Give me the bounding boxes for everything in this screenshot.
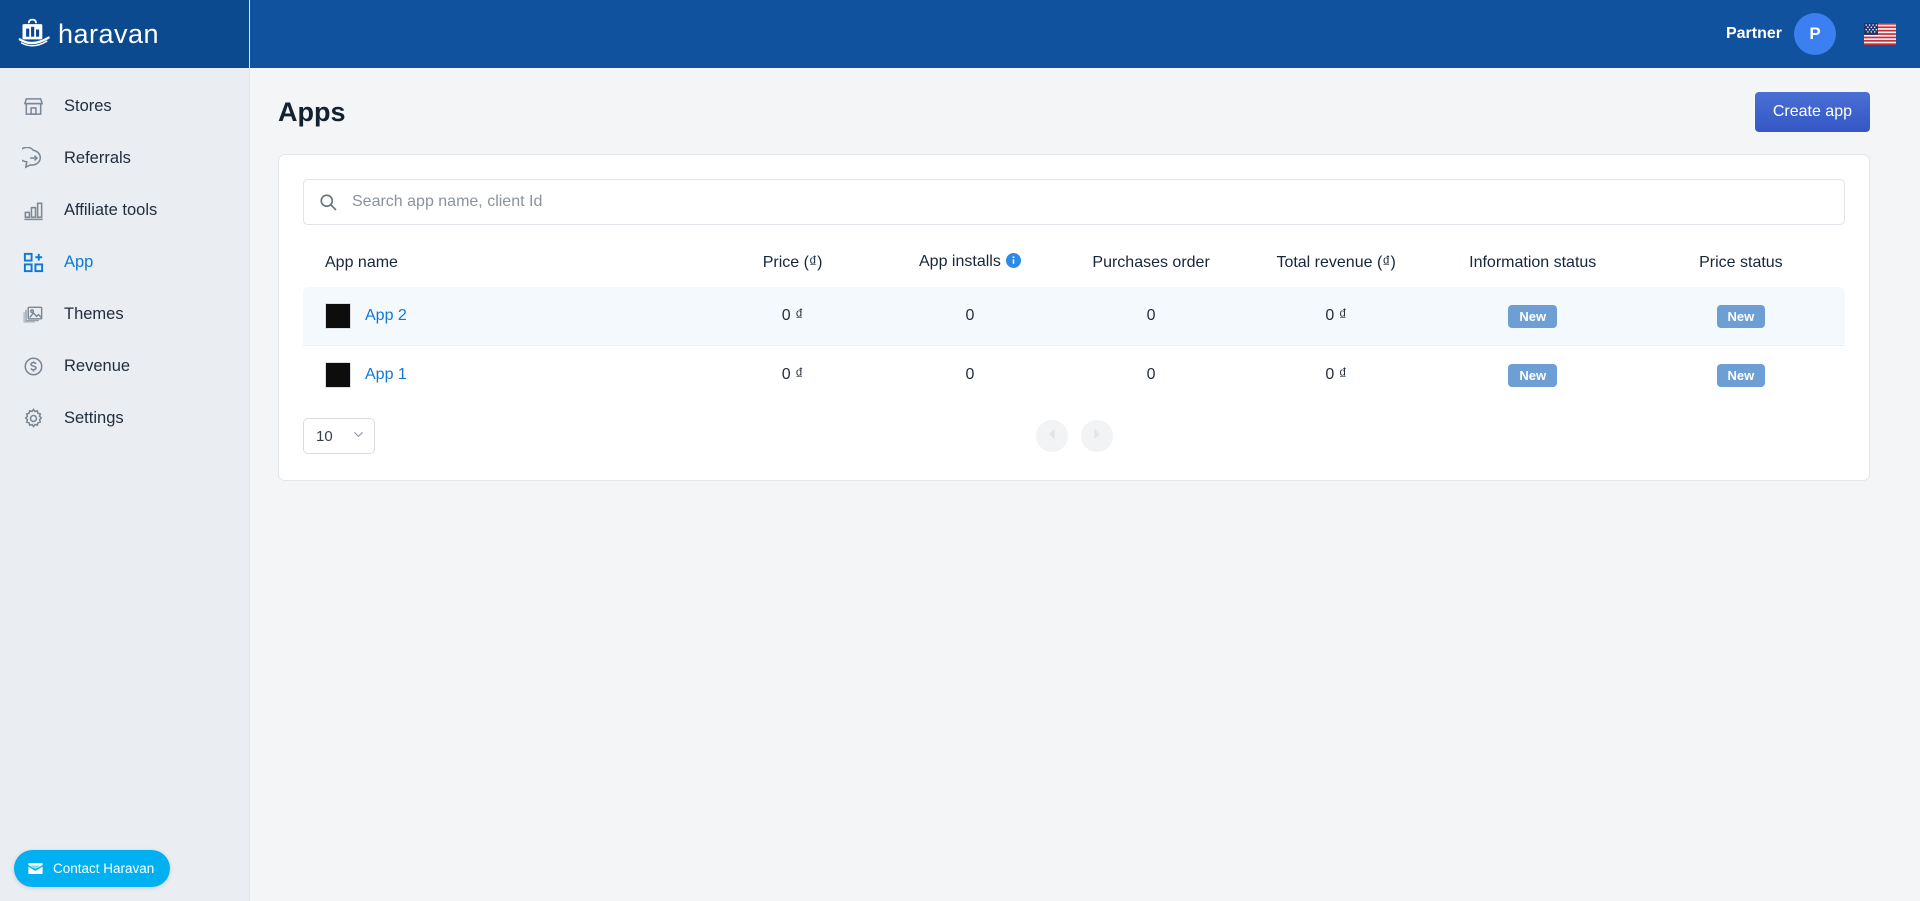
column-header-app-installs-label: App installs [919, 253, 1001, 270]
brand-name: haravan [58, 19, 159, 50]
sidebar-item-label: Themes [64, 306, 124, 323]
cell-information-status: New [1429, 287, 1637, 346]
haravan-bag-logo-icon [18, 17, 54, 51]
info-circle-icon[interactable] [1006, 255, 1021, 272]
us-flag-icon[interactable] [1864, 23, 1896, 45]
cell-price-status: New [1637, 287, 1845, 346]
table-footer: 10 [303, 404, 1845, 468]
cell-total-revenue: 0 ₫ [1244, 346, 1429, 405]
cell-purchases-order: 0 [1059, 287, 1244, 346]
sidebar-item-themes[interactable]: Themes [0, 288, 249, 340]
cell-app-installs: 0 [881, 346, 1058, 405]
page-size-select[interactable]: 10 [303, 418, 375, 454]
table-header: App name Price (₫) App installs Purchase… [303, 239, 1845, 287]
sidebar: haravan Stores [0, 0, 250, 901]
store-icon [20, 93, 46, 119]
status-badge: New [1508, 364, 1557, 387]
sidebar-logo[interactable]: haravan [0, 0, 249, 68]
cell-purchases-order: 0 [1059, 346, 1244, 405]
avatar[interactable]: P [1794, 13, 1836, 55]
column-header-price-status: Price status [1637, 239, 1845, 287]
column-header-app-name: App name [303, 239, 704, 287]
sidebar-item-label: App [64, 254, 93, 271]
pagination-controls [303, 420, 1845, 452]
cell-price: 0 ₫ [704, 287, 881, 346]
gear-icon [20, 405, 46, 431]
themes-image-icon [20, 301, 46, 327]
main-content: Partner P [250, 0, 1920, 901]
sidebar-item-revenue[interactable]: Revenue [0, 340, 249, 392]
cell-total-revenue: 0 ₫ [1244, 287, 1429, 346]
app-thumbnail-black [325, 303, 351, 329]
cell-price-status: New [1637, 346, 1845, 405]
table-body: App 2 0 ₫ 0 0 0 ₫ New New [303, 287, 1845, 404]
column-header-price: Price (₫) [704, 239, 881, 287]
column-header-total-revenue: Total revenue (₫) [1244, 239, 1429, 287]
sidebar-item-affiliate-tools[interactable]: Affiliate tools [0, 184, 249, 236]
cell-app-name: App 1 [303, 346, 704, 405]
sidebar-item-label: Revenue [64, 358, 130, 375]
app-root: haravan Stores [0, 0, 1920, 901]
table-row[interactable]: App 2 0 ₫ 0 0 0 ₫ New New [303, 287, 1845, 346]
bar-chart-icon [20, 197, 46, 223]
apps-card: App name Price (₫) App installs Purchase… [278, 154, 1870, 481]
table-header-row: App name Price (₫) App installs Purchase… [303, 239, 1845, 287]
status-badge: New [1717, 364, 1766, 387]
contact-haravan-button[interactable]: Contact Haravan [14, 850, 170, 887]
status-badge: New [1717, 305, 1766, 328]
sidebar-item-app[interactable]: App [0, 236, 249, 288]
cell-information-status: New [1429, 346, 1637, 405]
envelope-icon [26, 859, 45, 878]
status-badge: New [1508, 305, 1557, 328]
app-name-link[interactable]: App 1 [365, 366, 407, 384]
sidebar-item-referrals[interactable]: Referrals [0, 132, 249, 184]
partner-label: Partner [1726, 25, 1782, 43]
cell-app-name: App 2 [303, 287, 704, 346]
search-input[interactable] [350, 180, 1844, 224]
prev-page-button[interactable] [1036, 420, 1068, 452]
page-header: Apps Create app [250, 68, 1920, 132]
sidebar-item-label: Referrals [64, 150, 131, 167]
app-name-link[interactable]: App 2 [365, 307, 407, 325]
chevron-right-icon [1090, 427, 1104, 446]
next-page-button[interactable] [1081, 420, 1113, 452]
topbar: Partner P [250, 0, 1920, 68]
dollar-circle-icon [20, 353, 46, 379]
app-grid-plus-icon [20, 249, 46, 275]
sidebar-item-label: Stores [64, 98, 112, 115]
sidebar-item-settings[interactable]: Settings [0, 392, 249, 444]
column-header-information-status: Information status [1429, 239, 1637, 287]
sidebar-item-label: Settings [64, 410, 124, 427]
sidebar-item-label: Affiliate tools [64, 202, 157, 219]
cell-app-installs: 0 [881, 287, 1058, 346]
page-title: Apps [278, 97, 346, 128]
app-thumbnail-black [325, 362, 351, 388]
column-header-app-installs: App installs [881, 239, 1058, 287]
referral-chat-icon [20, 145, 46, 171]
contact-haravan-label: Contact Haravan [53, 861, 154, 876]
sidebar-nav: Stores Referrals [0, 68, 249, 444]
chevron-down-icon [352, 428, 365, 445]
cell-price: 0 ₫ [704, 346, 881, 405]
column-header-purchases-order: Purchases order [1059, 239, 1244, 287]
search-bar[interactable] [303, 179, 1845, 225]
sidebar-item-stores[interactable]: Stores [0, 80, 249, 132]
page-size-value: 10 [316, 428, 333, 445]
apps-table: App name Price (₫) App installs Purchase… [303, 239, 1845, 404]
search-icon [318, 192, 338, 212]
create-app-button[interactable]: Create app [1755, 92, 1870, 132]
chevron-left-icon [1045, 427, 1059, 446]
table-row[interactable]: App 1 0 ₫ 0 0 0 ₫ New New [303, 346, 1845, 405]
